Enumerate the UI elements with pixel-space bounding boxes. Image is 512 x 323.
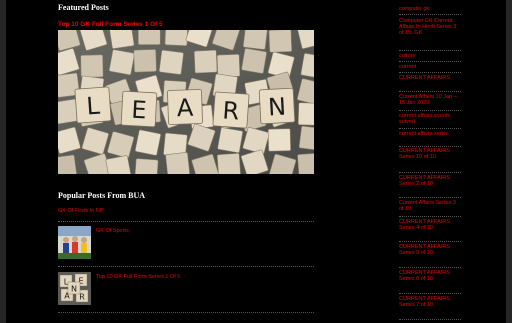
scrabble-tiles-image: L EARN <box>58 30 314 174</box>
letter-tile-glyph: E <box>131 96 148 125</box>
letter-tile-glyph: L <box>85 92 101 121</box>
thumb-figure-head <box>81 237 87 243</box>
sidebar-label-item: CURRENT AFFAIRS Series 6 of 10 <box>399 270 461 294</box>
sidebar-label-item: Current Affairs Series 3 of 10 <box>399 200 461 217</box>
sidebar-label-link[interactable]: Current Affairs 10 Jan – 15 Jan 2020 <box>399 94 461 106</box>
sidebar-label-item: current affairs events solved <box>399 113 461 129</box>
sidebar-label-link[interactable]: computer gk <box>399 6 461 12</box>
sidebar-label-item: CURRENT AFFAIRS <box>399 75 461 92</box>
thumb-ground <box>58 253 91 259</box>
sidebar-label-item: CURRENT AFFAIRS Series 2 of 10 <box>399 175 461 198</box>
popular-post-link[interactable]: GK Of Sports <box>96 228 129 234</box>
thumb-tile-glyph: N <box>71 285 77 294</box>
scrabble-tile <box>216 153 241 174</box>
scrabble-tile <box>242 30 268 50</box>
letter-tile-glyph: N <box>267 93 286 122</box>
sidebar-label-item: CURRENT AFFAIRS Series 5 of 10 <box>399 244 461 268</box>
sidebar-label-link[interactable]: CURRENT AFFAIRS Series 2 of 10 <box>399 175 461 187</box>
page: Featured Posts Top 10 GK Full Form Serie… <box>6 0 506 323</box>
sidebar-label-item: culture <box>399 53 461 62</box>
sidebar-label-link[interactable]: CURRENT AFFAIRS Series 6 of 10 <box>399 270 461 282</box>
thumb-sky <box>58 226 91 236</box>
letter-tile: A <box>167 89 203 125</box>
featured-post-image[interactable]: L EARN <box>58 30 314 174</box>
scrabble-tile <box>109 30 135 49</box>
sidebar-label-item: Current Affairs 10 Jan – 15 Jan 2020 <box>399 94 461 111</box>
thumb-figure-body <box>63 243 69 253</box>
sidebar-label-link[interactable]: CURRENT AFFAIRS Series 7 of 10 <box>399 296 461 308</box>
sidebar-label-link[interactable]: Computer GK Current Affairs In Hindi Ser… <box>399 18 461 37</box>
scrabble-tile <box>134 129 161 156</box>
sidebar-label-link[interactable]: culture <box>399 53 461 59</box>
sidebar-label-item: CURRENT AFFAIRS Series 4 of 10 <box>399 219 461 242</box>
popular-post-link[interactable]: Top 10 GK Full Form Series 1 Of 5 <box>96 274 180 280</box>
scrabble-tile <box>297 102 314 126</box>
popular-post-thumbnail[interactable] <box>58 226 91 259</box>
thumb-figure-body <box>72 242 78 253</box>
sidebar-label-item: current <box>399 64 461 73</box>
popular-posts-heading: Popular Posts From BUA <box>58 191 146 200</box>
sidebar-label-item: current affairs series <box>399 131 461 147</box>
scrabble-tile <box>216 54 241 78</box>
sidebar-label-item: computer gk <box>399 6 461 15</box>
sidebar-label-link[interactable]: Current Affairs Series 3 of 10 <box>399 200 461 212</box>
scrabble-tile <box>268 30 293 53</box>
scrabble-tile <box>158 49 184 75</box>
scrabble-tile <box>217 127 244 153</box>
letter-tile: E <box>120 90 158 128</box>
scrabble-tile <box>164 30 189 46</box>
thumb-figure-head <box>63 237 69 243</box>
sidebar-label-item: CURRENT AFFAIRS Series 10 of 10 <box>399 148 461 173</box>
letter-tile-glyph: A <box>176 94 194 123</box>
sidebar-labels-list: computer gk Computer GK Current Affairs I… <box>399 0 461 323</box>
letter-tile: R <box>212 91 250 129</box>
letter-tile-glyph: R <box>222 96 241 125</box>
divider <box>58 266 314 267</box>
scrabble-tile <box>58 154 78 174</box>
sidebar-label-link[interactable]: CURRENT AFFAIRS Series 4 of 10 <box>399 219 461 231</box>
popular-first-link[interactable]: GK Of Firsts In UP <box>58 208 104 214</box>
popular-post-item: LEARN Top 10 GK Full Form Series 1 Of 5 <box>58 272 314 308</box>
letter-tile: L <box>74 86 112 124</box>
scrabble-tile <box>108 49 135 76</box>
thumb-figure-body <box>81 243 87 253</box>
sidebar-label-link[interactable]: CURRENT AFFAIRS Series 10 of 10 <box>399 148 461 160</box>
sidebar-label-link[interactable]: current <box>399 64 461 70</box>
divider <box>58 221 314 222</box>
sports-thumb-image <box>58 226 91 259</box>
featured-post-link[interactable]: Top 10 GK Full Form Series 1 Of 5 <box>58 21 163 28</box>
scrabble-tile <box>133 49 157 73</box>
scrabble-tile <box>165 152 190 174</box>
popular-post-item: GK Of Sports <box>58 226 314 262</box>
scrabble-tile <box>80 54 104 78</box>
sidebar-label-item: Computer GK Current Affairs In Hindi Ser… <box>399 18 461 51</box>
scrabble-tile <box>193 49 218 74</box>
scrabble-tile <box>241 48 267 74</box>
featured-posts-heading: Featured Posts <box>58 3 109 12</box>
popular-post-thumbnail[interactable]: LEARN <box>58 272 91 305</box>
scrabble-tile <box>134 158 159 174</box>
divider <box>58 312 314 313</box>
sidebar-label-item: CURRENT AFFAIRS Series 7 of 10 <box>399 296 461 320</box>
sidebar-label-link[interactable]: current affairs events solved <box>399 113 461 125</box>
thumb-figure-head <box>72 236 78 242</box>
letter-tile: N <box>258 87 296 125</box>
sidebar-label-link[interactable]: CURRENT AFFAIRS <box>399 75 461 81</box>
learn-thumb-image: L EA RN <box>58 272 91 305</box>
sidebar-label-link[interactable]: CURRENT AFFAIRS Series 5 of 10 <box>399 244 461 256</box>
scrabble-tile <box>298 125 314 151</box>
scrabble-tile <box>297 152 314 174</box>
scrabble-tile <box>137 30 161 45</box>
scrabble-tile <box>267 128 291 152</box>
sidebar-label-link[interactable]: current affairs series <box>399 131 461 137</box>
